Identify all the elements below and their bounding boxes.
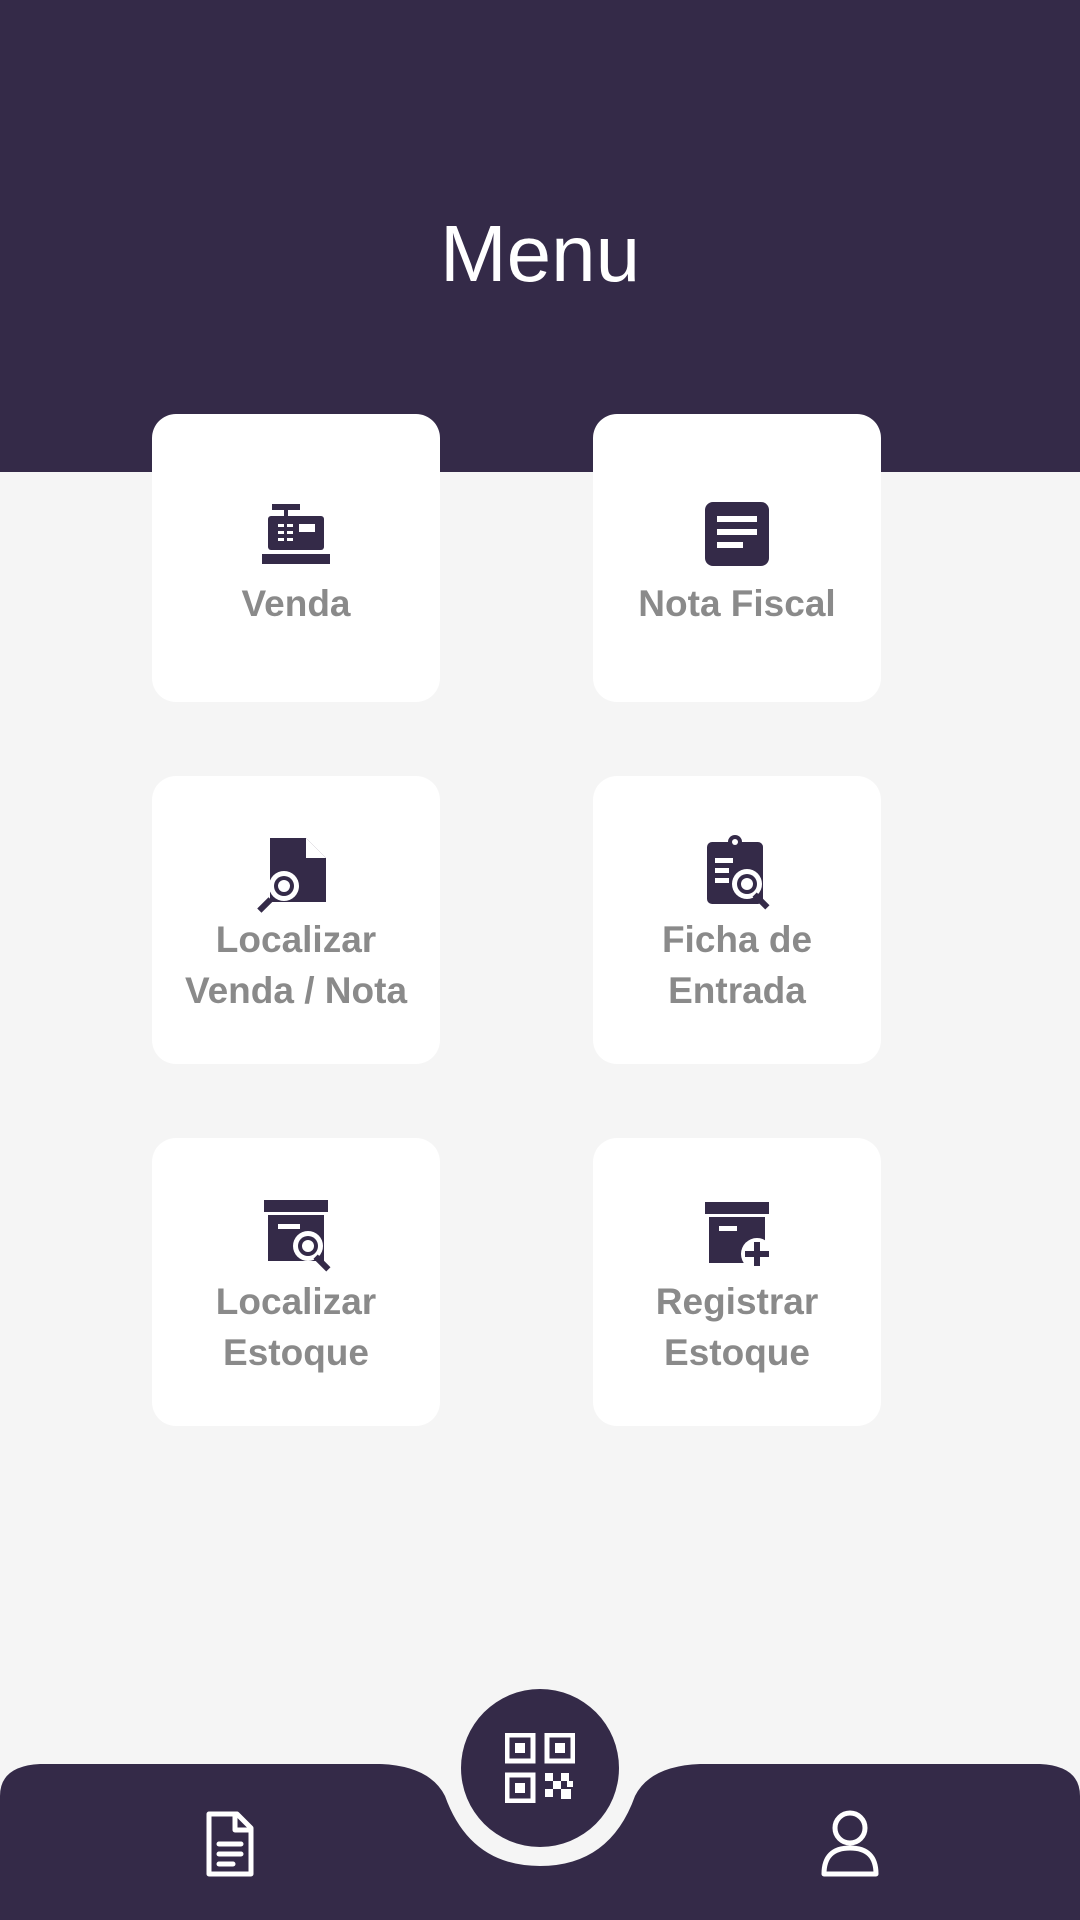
qr-code-icon <box>505 1733 575 1803</box>
card-registrar-estoque[interactable]: Registrar Estoque <box>593 1138 881 1426</box>
clipboard-search-icon <box>697 834 777 914</box>
card-label: Venda <box>241 583 351 624</box>
card-ficha-de-entrada[interactable]: Ficha de Entrada <box>593 776 881 1064</box>
user-outline-icon <box>821 1810 879 1877</box>
documents-nav-button[interactable] <box>189 1804 269 1884</box>
card-label-line1: Localizar <box>215 1281 377 1322</box>
card-label-line1: Localizar <box>215 919 377 960</box>
qr-scan-button[interactable] <box>461 1689 619 1847</box>
card-label-line2: Entrada <box>668 970 806 1011</box>
card-label-line2: Venda / Nota <box>184 970 408 1011</box>
card-label-line2: Estoque <box>223 1332 369 1373</box>
card-label-line2: Estoque <box>664 1332 810 1373</box>
card-label: Nota Fiscal <box>638 583 836 624</box>
card-nota-fiscal[interactable]: Nota Fiscal <box>593 414 881 702</box>
archive-search-icon <box>256 1196 336 1276</box>
card-label-line1: Ficha de <box>661 919 813 960</box>
file-search-icon <box>256 834 336 914</box>
cash-register-icon <box>256 498 336 578</box>
archive-add-icon <box>697 1196 777 1276</box>
card-localizar-venda-nota[interactable]: Localizar Venda / Nota <box>152 776 440 1064</box>
document-icon <box>697 498 777 578</box>
card-label-line1: Registrar <box>655 1281 819 1322</box>
menu-screen: Menu Venda Nota Fiscal Localizar Venda /… <box>0 0 1080 1920</box>
profile-nav-button[interactable] <box>810 1804 890 1884</box>
card-venda[interactable]: Venda <box>152 414 440 702</box>
page-title: Menu <box>439 209 641 298</box>
card-localizar-estoque[interactable]: Localizar Estoque <box>152 1138 440 1426</box>
document-outline-icon <box>206 1811 254 1877</box>
